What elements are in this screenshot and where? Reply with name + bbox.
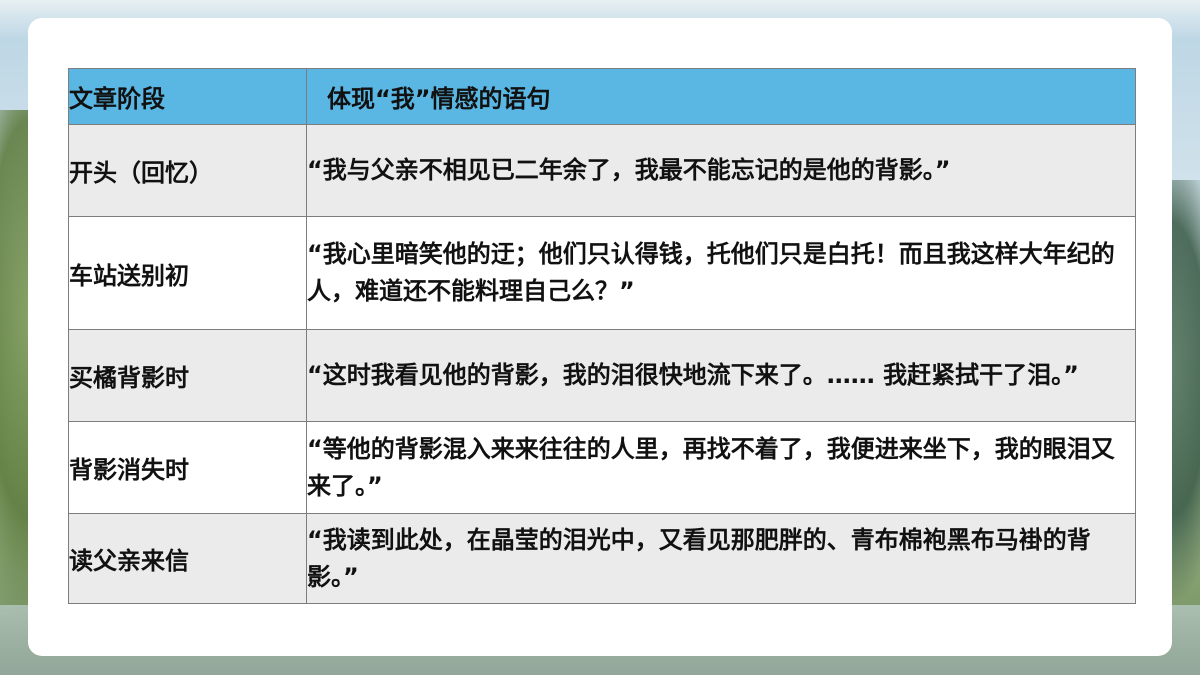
header-quote: 体现“我”情感的语句 xyxy=(306,68,1136,125)
table-header-row: 文章阶段 体现“我”情感的语句 xyxy=(68,68,1136,125)
table-row: 读父亲来信 “我读到此处，在晶莹的泪光中，又看见那肥胖的、青布棉袍黑布马褂的背影… xyxy=(68,513,1136,604)
stage-cell: 车站送别初 xyxy=(68,216,307,330)
stage-cell: 买橘背影时 xyxy=(68,329,307,422)
quote-cell: “我心里暗笑他的迂；他们只认得钱，托他们只是白托！而且我这样大年纪的人，难道还不… xyxy=(306,216,1136,330)
quote-cell: “这时我看见他的背影，我的泪很快地流下来了。…… 我赶紧拭干了泪。” xyxy=(306,329,1136,422)
stage-cell: 背影消失时 xyxy=(68,421,307,514)
table-row: 车站送别初 “我心里暗笑他的迂；他们只认得钱，托他们只是白托！而且我这样大年纪的… xyxy=(68,216,1136,330)
quote-cell: “我读到此处，在晶莹的泪光中，又看见那肥胖的、青布棉袍黑布马褂的背影。” xyxy=(306,513,1136,604)
emotion-table: 文章阶段 体现“我”情感的语句 开头（回忆） “我与父亲不相见已二年余了，我最不… xyxy=(68,68,1136,604)
stage-cell: 开头（回忆） xyxy=(68,124,307,217)
table-row: 开头（回忆） “我与父亲不相见已二年余了，我最不能忘记的是他的背影。” xyxy=(68,124,1136,217)
quote-cell: “等他的背影混入来来往往的人里，再找不着了，我便进来坐下，我的眼泪又来了。” xyxy=(306,421,1136,514)
table-row: 买橘背影时 “这时我看见他的背影，我的泪很快地流下来了。…… 我赶紧拭干了泪。” xyxy=(68,329,1136,422)
quote-cell: “我与父亲不相见已二年余了，我最不能忘记的是他的背影。” xyxy=(306,124,1136,217)
table-row: 背影消失时 “等他的背影混入来来往往的人里，再找不着了，我便进来坐下，我的眼泪又… xyxy=(68,421,1136,514)
stage-cell: 读父亲来信 xyxy=(68,513,307,604)
header-stage: 文章阶段 xyxy=(68,68,307,125)
